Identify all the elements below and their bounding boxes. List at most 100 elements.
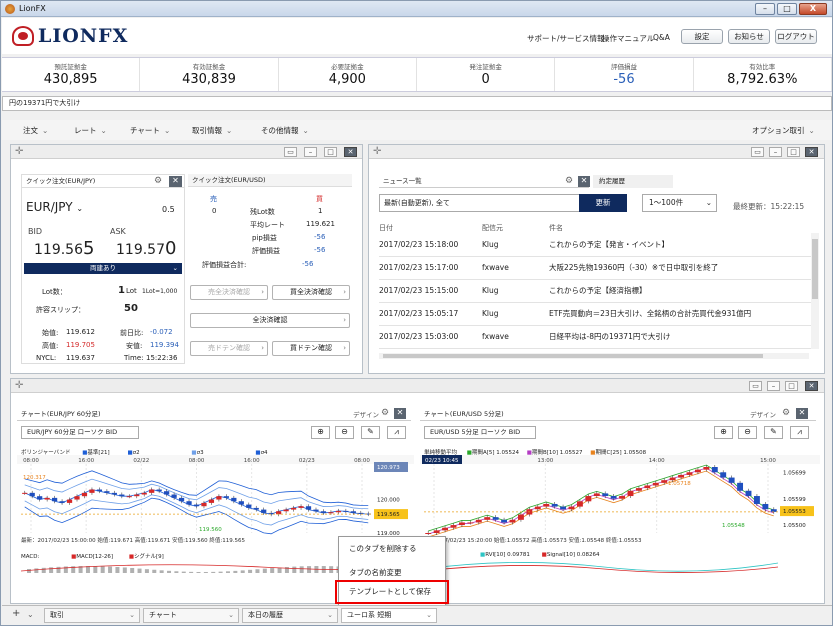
zoom-out-icon[interactable]: ⊖ [738,426,757,439]
menu-rate[interactable]: レート ⌄ [74,125,107,136]
range-select[interactable]: 1～100件 ⌄ [642,194,717,212]
sell-doten-button[interactable]: 売ドテン確認 › [190,341,268,356]
lot-note: 1Lot=1,000 [142,288,178,295]
design-button[interactable]: デザイン [750,409,776,419]
move-handle-icon[interactable]: ✛ [15,380,23,391]
slippage-input[interactable]: 50 [124,303,138,314]
menu-label: オプション取引 [752,126,805,135]
menu-chart[interactable]: チャート ⌄ [130,125,170,136]
sell-all-close-button[interactable]: 売全決済確認 › [190,285,268,300]
minimize-panel-button[interactable]: – [304,147,317,157]
layout-icon[interactable]: ▭ [284,147,297,157]
settings-button[interactable]: 設定 [681,29,723,44]
news-scrollbar[interactable] [811,233,819,349]
tab-chart-eurjpy[interactable]: チャート(EUR/JPY 60分足) [17,407,411,421]
chart-eurusd-canvas[interactable]: 12:0013:0014:0015:001.056991.055991.0555… [420,455,820,601]
lot-input[interactable]: 1 [118,285,125,296]
close-icon[interactable]: ✕ [578,176,590,187]
news-row[interactable]: 2017/02/23 15:03:00 fxwave 日経平均は-8円の19371円… [379,325,815,349]
design-button[interactable]: デザイン [353,409,379,419]
close-icon[interactable]: ✕ [169,176,182,187]
support-link[interactable]: サポート/サービス情報 [527,33,605,44]
move-handle-icon[interactable]: ✛ [373,146,381,157]
indicator-icon[interactable]: ⩘ [790,426,809,439]
close-panel-button[interactable]: ✕ [805,147,818,157]
buy-doten-button[interactable]: 買ドテン確認 › [272,341,350,356]
col-source[interactable]: 配信元 [482,223,503,233]
maximize-button[interactable]: □ [777,3,797,15]
minimize-panel-button[interactable]: – [769,147,782,157]
chart-symbol-select[interactable]: EUR/USD 5分足 ローソク BID [424,426,536,439]
news-row[interactable]: 2017/02/23 15:15:00 Klug これからの予定【経済指標】 [379,279,815,303]
tab-execution-history[interactable]: 約定履歴 [593,175,673,188]
menu-other-info[interactable]: その他情報 ⌄ [261,125,309,136]
maximize-panel-button[interactable]: □ [785,381,798,391]
gear-icon[interactable]: ⚙ [154,176,162,186]
news-ticker[interactable]: 円の19371円で大引け [2,96,832,111]
bid-price[interactable]: 119.565 [34,238,94,259]
macd-bar [255,569,260,573]
hscroll-thumb[interactable] [383,354,763,358]
minimize-panel-button[interactable]: – [767,381,780,391]
qa-link[interactable]: Q&A [653,33,670,42]
panel-toolbar: ✛ ▭ – □ ✕ [11,145,362,159]
zoom-out-icon[interactable]: ⊖ [335,426,354,439]
close-button[interactable]: X [799,3,827,15]
bottom-tab-bar: + ⌄ 取引 ⌄ チャート ⌄ 本日の履歴 ⌄ ユーロ系 短期 ⌄ [2,605,832,625]
news-row[interactable]: 2017/02/23 15:05:17 Klug ETF売買動向＝23日大引け、全銘… [379,302,815,326]
bottom-tab-euro-short[interactable]: ユーロ系 短期 ⌄ [341,608,437,623]
gear-icon[interactable]: ⚙ [565,176,573,186]
close-panel-button[interactable]: ✕ [344,147,357,157]
draw-pen-icon[interactable]: ✎ [361,426,380,439]
pair-select[interactable]: EUR/JPY ⌄ [26,200,83,214]
candle-body [610,496,617,499]
close-panel-button[interactable]: ✕ [805,381,818,391]
gear-icon[interactable]: ⚙ [782,408,790,418]
chart-symbol-select[interactable]: EUR/JPY 60分足 ローソク BID [21,426,139,439]
zoom-in-icon[interactable]: ⊕ [311,426,330,439]
layout-icon[interactable]: ▭ [751,147,764,157]
bottom-tab-trade[interactable]: 取引 ⌄ [44,608,140,623]
close-icon[interactable]: ✕ [394,408,406,419]
add-tab-icon[interactable]: + [12,608,20,619]
bottom-tab-today-history[interactable]: 本日の履歴 ⌄ [242,608,338,623]
col-date[interactable]: 日付 [379,223,393,233]
bottom-tab-chart[interactable]: チャート ⌄ [143,608,239,623]
scroll-thumb[interactable] [812,239,818,299]
news-hscrollbar[interactable] [379,353,809,359]
menu-delete-tab[interactable]: このタブを削除する [339,539,445,559]
tab-news-list[interactable]: ニュース一覧 [379,175,589,188]
chevron-down-icon[interactable]: ⌄ [27,610,34,619]
news-filter-select[interactable]: 最新(自動更新), 全て⌄ [379,194,597,212]
col-title[interactable]: 件名 [549,223,563,233]
buy-all-close-button[interactable]: 買全決済確認 › [272,285,350,300]
quick-order-eurjpy: クイック注文(EUR/JPY) ⚙ ✕ EUR/JPY ⌄ 0.5 BID AS… [21,174,185,364]
manual-link[interactable]: 操作マニュアル [602,33,654,44]
menu-option-trade[interactable]: オプション取引 ⌄ [752,125,815,136]
notice-button[interactable]: お知らせ [728,29,770,44]
time-tick: 15:00 [760,458,776,464]
bid-main: 119.56 [34,242,83,258]
close-icon[interactable]: ✕ [796,408,808,419]
news-row[interactable]: 2017/02/23 15:18:00 Klug これからの予定【発言・イベント】 [379,233,815,257]
logout-button[interactable]: ログアウト [775,29,817,44]
move-handle-icon[interactable]: ✛ [15,146,23,157]
menu-order[interactable]: 注文 ⌄ [23,125,48,136]
all-close-button[interactable]: 全決済確認 › [190,313,350,328]
news-row[interactable]: 2017/02/23 15:17:00 fxwave 大阪225先物19360円（-… [379,256,815,280]
maximize-panel-button[interactable]: □ [787,147,800,157]
hedge-select[interactable]: 両建あり ⌄ [24,263,182,274]
maximize-panel-button[interactable]: □ [324,147,337,157]
menu-trade-info[interactable]: 取引情報 ⌄ [192,125,232,136]
ask-price[interactable]: 119.570 [116,238,176,259]
minimize-button[interactable]: – [755,3,775,15]
layout-icon[interactable]: ▭ [749,381,762,391]
refresh-button[interactable]: 更新 [579,194,627,212]
draw-pen-icon[interactable]: ✎ [764,426,783,439]
quick-order-tab-eurusd[interactable]: クイック注文(EUR/USD) [188,174,352,187]
candle-body [686,472,693,475]
indicator-icon[interactable]: ⩘ [387,426,406,439]
tab-label: 取引 [50,611,64,619]
zoom-in-icon[interactable]: ⊕ [714,426,733,439]
gear-icon[interactable]: ⚙ [381,408,389,418]
